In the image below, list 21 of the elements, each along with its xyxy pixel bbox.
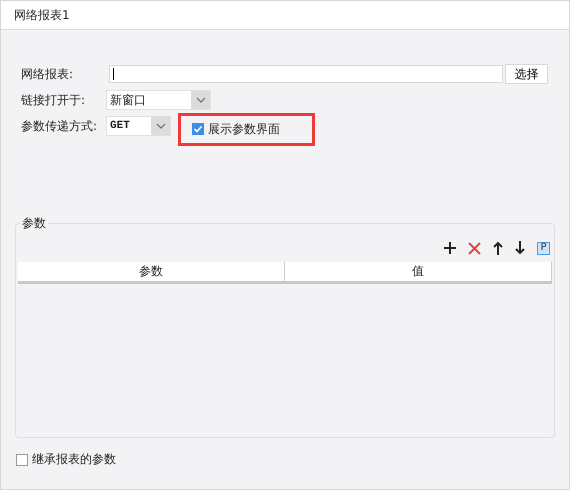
arrow-down-icon[interactable]: [515, 241, 525, 255]
arrow-up-icon[interactable]: [493, 241, 503, 255]
inherit-checkbox[interactable]: 继承报表的参数: [15, 451, 555, 468]
show-params-checkbox[interactable]: 展示参数界面: [192, 120, 280, 138]
open-in-dropdown[interactable]: 新窗口: [106, 90, 211, 110]
method-dropdown[interactable]: GET: [106, 116, 171, 136]
checkmark-icon: [193, 124, 203, 134]
report-input-field[interactable]: [109, 65, 503, 83]
parameter-icon[interactable]: P: [537, 242, 550, 254]
column-header[interactable]: 值: [285, 262, 552, 281]
field-label: 网络报表:: [21, 66, 74, 82]
group-title: 参数: [21, 215, 47, 232]
choose-button[interactable]: 选择: [505, 64, 548, 84]
tab-title[interactable]: 网络报表1: [14, 6, 70, 24]
add-icon[interactable]: [444, 242, 456, 254]
delete-icon[interactable]: [468, 242, 481, 254]
chevron-down-icon: [196, 97, 206, 103]
column-header[interactable]: 参数: [18, 262, 285, 281]
chevron-down-icon: [156, 123, 166, 129]
field-label: 参数传递方式:: [21, 118, 98, 134]
field-label: 链接打开于:: [21, 92, 86, 108]
